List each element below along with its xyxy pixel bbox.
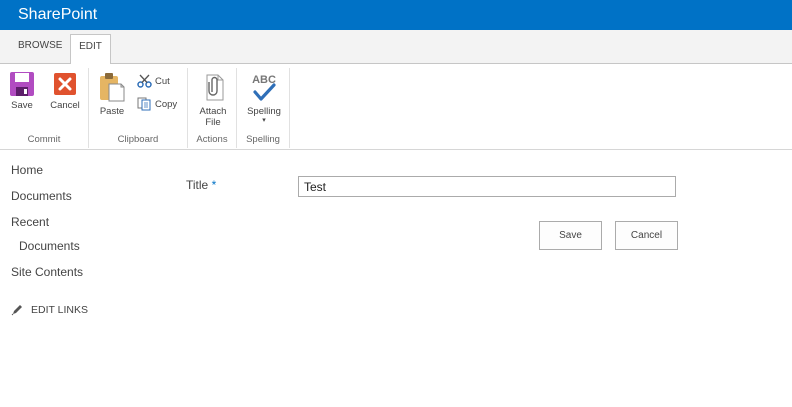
ribbon-copy-button[interactable]: Copy [137, 97, 177, 111]
required-marker: * [211, 178, 217, 192]
pencil-icon [11, 305, 22, 316]
group-label-actions: Actions [196, 134, 228, 145]
group-label-clipboard: Clipboard [117, 134, 159, 145]
scissors-icon [137, 74, 152, 88]
title-input[interactable] [298, 176, 676, 197]
spell-check-text: ABC [252, 74, 276, 86]
nav-item-home[interactable]: Home [11, 163, 43, 177]
nav-item-recent[interactable]: Recent [11, 215, 49, 229]
edit-links-label: EDIT LINKS [31, 304, 88, 316]
paperclip-icon [206, 74, 224, 101]
ribbon-copy-label: Copy [155, 98, 178, 110]
ribbon-spelling-button[interactable]: ABC Spelling ▾ [243, 72, 285, 124]
save-button[interactable]: Save [539, 221, 602, 250]
ribbon-group-spelling: ABC Spelling ▾ Spelling [237, 68, 290, 148]
ribbon-cut-label: Cut [155, 75, 170, 87]
cancel-icon [54, 73, 76, 95]
ribbon-cancel-label: Cancel [50, 100, 80, 111]
ribbon-paste-label: Paste [99, 106, 125, 117]
title-field-label: Title * [186, 178, 216, 192]
paste-icon [100, 73, 125, 102]
ribbon-attach-label-line2: File [205, 117, 221, 128]
suite-bar: SharePoint [0, 0, 792, 30]
group-label-commit: Commit [27, 134, 61, 145]
ribbon-cut-button[interactable]: Cut [137, 74, 170, 88]
ribbon-attach-label-line1: Attach [199, 106, 227, 117]
ribbon: Save Cancel Commit Paste Cut Copy Clipbo… [0, 64, 792, 150]
save-icon [10, 72, 34, 96]
ribbon-group-actions: Attach File Actions [188, 68, 237, 148]
nav-item-documents[interactable]: Documents [11, 189, 72, 203]
spell-check-icon: ABC [252, 74, 276, 101]
cancel-button[interactable]: Cancel [615, 221, 678, 250]
ribbon-cancel-button[interactable]: Cancel [49, 72, 81, 111]
ribbon-tab-row: BROWSE EDIT [0, 30, 792, 65]
chevron-down-icon: ▾ [262, 117, 266, 124]
nav-item-recent-documents[interactable]: Documents [19, 239, 80, 253]
ribbon-group-clipboard: Paste Cut Copy Clipboard [89, 68, 188, 148]
app-brand[interactable]: SharePoint [18, 6, 97, 24]
ribbon-save-button[interactable]: Save [8, 72, 36, 111]
ribbon-group-commit: Save Cancel Commit [0, 68, 89, 148]
ribbon-attach-file-button[interactable]: Attach File [194, 72, 232, 128]
tab-browse[interactable]: BROWSE [18, 40, 62, 51]
edit-links-button[interactable]: EDIT LINKS [11, 304, 88, 316]
group-label-spelling: Spelling [246, 134, 280, 145]
ribbon-save-label: Save [11, 100, 33, 111]
title-label-text: Title [186, 178, 209, 192]
copy-icon [137, 97, 151, 111]
tab-edit[interactable]: EDIT [70, 34, 111, 65]
ribbon-paste-button[interactable]: Paste [99, 72, 125, 117]
nav-item-site-contents[interactable]: Site Contents [11, 265, 83, 279]
ribbon-spelling-label: Spelling [247, 106, 281, 117]
